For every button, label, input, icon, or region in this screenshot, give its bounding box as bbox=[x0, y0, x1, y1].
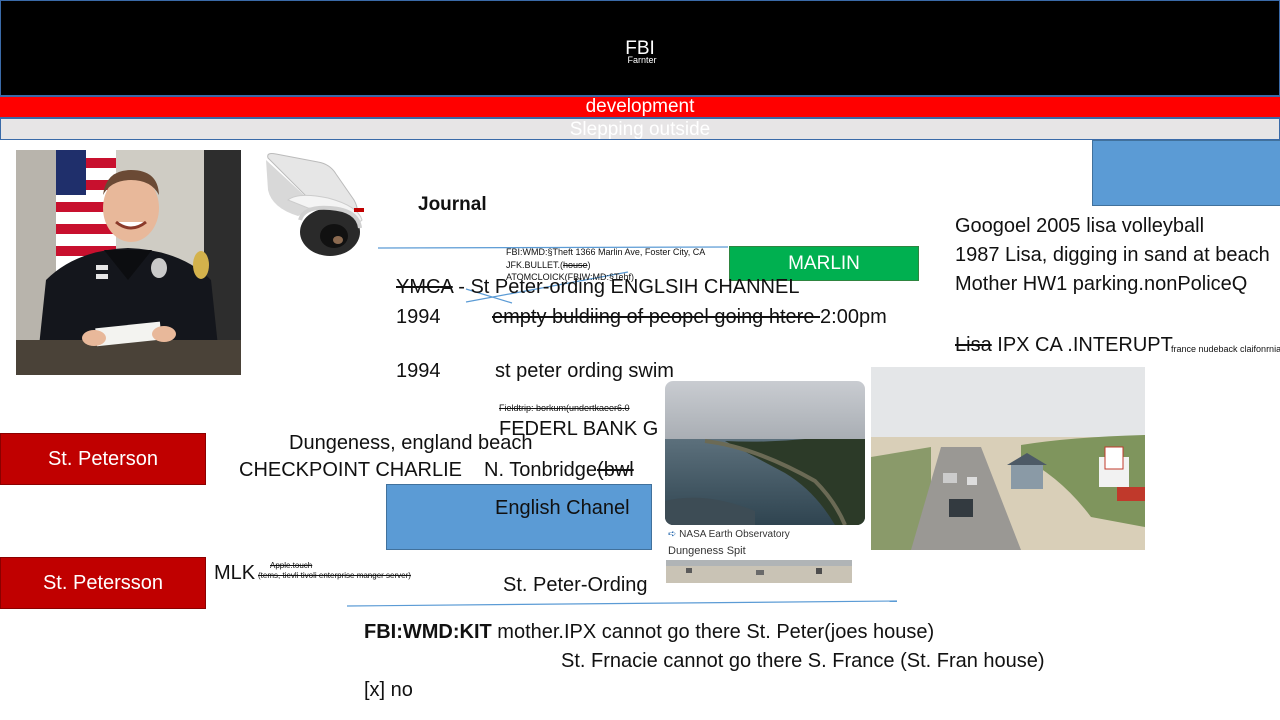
mother-ipx-text: mother.IPX cannot go there St. Peter(joe… bbox=[491, 621, 935, 643]
note-jfk-main: JFK.BULLET.( bbox=[506, 260, 564, 270]
nasa-caption-text: NASA Earth Observatory bbox=[679, 529, 790, 540]
checkbox-no[interactable]: [x] no bbox=[364, 679, 413, 702]
ipx-interupt: IPX CA .INTERUPT bbox=[991, 334, 1173, 356]
ymca-rest: - St Peter-ording ENGLSIH CHANNEL bbox=[452, 276, 800, 298]
fbi-kit-line: FBI:WMD:KIT mother.IPX cannot go there S… bbox=[364, 621, 934, 644]
dungeness-spit-caption: Dungeness Spit bbox=[668, 545, 746, 557]
digging-note: 1987 Lisa, digging in sand at beach bbox=[955, 244, 1270, 266]
frnacie-line: St. Frnacie cannot go there S. France (S… bbox=[561, 650, 1045, 672]
mother-note: Mother HW1 parking.nonPoliceQ bbox=[955, 273, 1248, 295]
year-1994-b: 1994 bbox=[396, 360, 441, 382]
dungeness-beach: Dungeness, england beach bbox=[289, 432, 533, 454]
nasa-caption: ➪ NASA Earth Observatory bbox=[668, 529, 790, 540]
stpeter-swim: st peter ording swim bbox=[495, 360, 674, 382]
tonbridge-line: N. Tonbridge(bwl bbox=[484, 459, 634, 482]
fbi-kit-label: FBI:WMD:KIT bbox=[364, 621, 492, 643]
note-jfk-strike: house bbox=[563, 260, 588, 270]
link-icon: ➪ bbox=[668, 529, 680, 540]
fieldtrip-note: Fieldtrip: borkum(undertkaeer6.0 bbox=[499, 403, 630, 413]
tonbridge-strike: (bwl bbox=[597, 459, 634, 481]
ymca-strike: YMCA bbox=[396, 276, 453, 298]
st-petersson-button[interactable]: St. Petersson bbox=[0, 557, 206, 609]
apple-touch-note: Apple.touch bbox=[270, 561, 313, 570]
empty-building-strike: empty buldiing of peopel going htere bbox=[492, 306, 821, 328]
note-theft: FBI:WMD:§Theft 1366 Marlin Ave, Foster C… bbox=[506, 247, 706, 257]
english-chanel-label: English Chanel bbox=[495, 497, 630, 519]
ymca-line: YMCA - St Peter-ording ENGLSIH CHANNEL bbox=[396, 276, 799, 299]
time-label: 2:00pm bbox=[820, 306, 887, 328]
lisa-strike: Lisa bbox=[955, 334, 992, 356]
beach-strip-photo bbox=[666, 560, 852, 583]
tonbridge-main: N. Tonbridge bbox=[484, 459, 598, 481]
lisa-ipx-line: Lisa IPX CA .INTERUPT bbox=[955, 334, 1173, 357]
year-1994-a: 1994 bbox=[396, 306, 441, 328]
mlk-label: MLK bbox=[214, 562, 256, 584]
tems-note: (tems, tievli tivoli enterprise manger s… bbox=[258, 571, 411, 580]
note-jfk: JFK.BULLET.(house) bbox=[506, 260, 591, 270]
france-note: france nudeback claifonrnia bbox=[1171, 344, 1280, 354]
st-peterson-button[interactable]: St. Peterson bbox=[0, 433, 206, 485]
stpeter-ording-label: St. Peter-Ording bbox=[503, 574, 648, 596]
checkpoint-charlie: CHECKPOINT CHARLIE bbox=[239, 459, 463, 481]
empty-building-line: empty buldiing of peopel going htere 2:0… bbox=[492, 306, 887, 329]
dungeness-spit-photo bbox=[665, 381, 865, 525]
googoel-note: Googoel 2005 lisa volleyball bbox=[955, 215, 1205, 237]
beach-road-photo bbox=[871, 367, 1145, 550]
note-jfk-end: ) bbox=[587, 260, 591, 270]
